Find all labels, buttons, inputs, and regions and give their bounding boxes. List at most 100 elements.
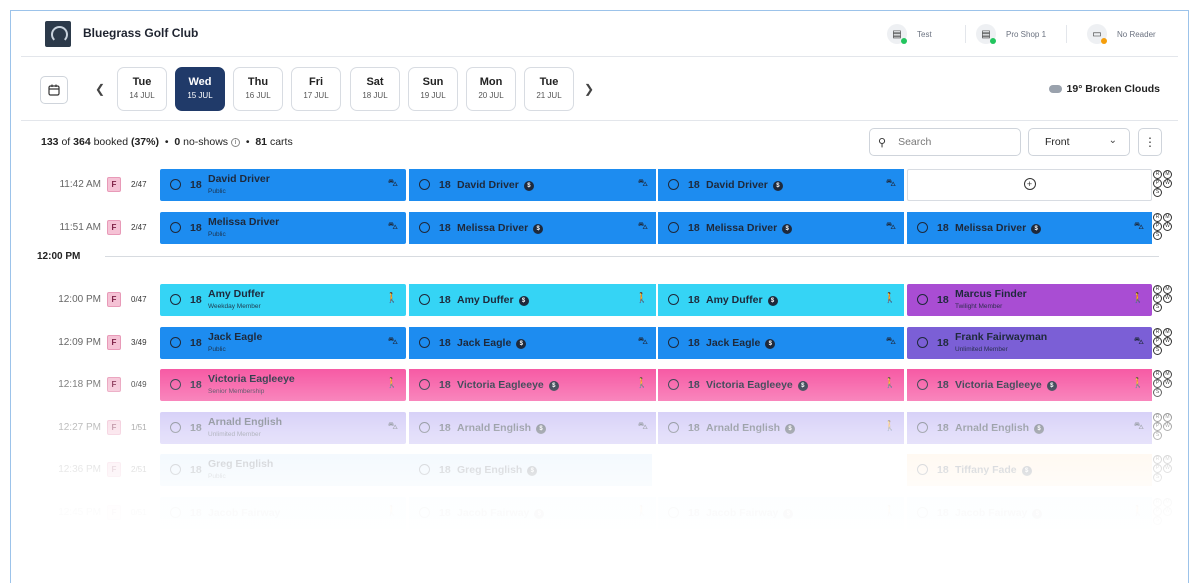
membership-type: Weekday Member (208, 303, 261, 310)
cart-icon: ⛍ (885, 335, 896, 347)
select-radio[interactable] (917, 421, 928, 433)
more-options-button[interactable]: ⋮ (1138, 128, 1162, 156)
select-radio[interactable] (170, 464, 181, 475)
player-slot[interactable]: 18 Melissa Driver Public ⛍ (160, 211, 406, 244)
player-slot[interactable]: 18 Jacob Fairway $ 🚶 (907, 496, 1152, 529)
status-circle-icon: S (1153, 388, 1162, 397)
select-radio[interactable] (419, 506, 430, 518)
day-tab[interactable]: Tue 14 JUL (117, 67, 167, 111)
select-radio[interactable] (419, 294, 430, 305)
next-week-chevron-right-icon[interactable]: ❯ (584, 82, 594, 96)
player-slot[interactable]: 18 Greg English $ (409, 454, 652, 486)
select-radio[interactable] (419, 179, 430, 190)
player-name-text: Jacob Fairway (208, 506, 281, 519)
day-tab[interactable]: Sat 18 JUL (350, 67, 400, 111)
search-input[interactable]: ⚲ Search (869, 128, 1021, 156)
select-radio[interactable] (419, 221, 430, 233)
select-radio[interactable] (170, 221, 181, 233)
player-slot[interactable]: 18 Melissa Driver $ ⛍ (907, 211, 1152, 244)
day-tab[interactable]: Sun 19 JUL (408, 67, 458, 111)
player-status-icon: $ (518, 296, 529, 306)
day-tab[interactable]: Thu 16 JUL (233, 67, 283, 111)
player-slot[interactable]: 18 Jacob Fairway 🚶 (160, 496, 406, 529)
player-slot[interactable]: 18 Jacob Fairway $ 🚶 (658, 496, 904, 529)
holes-count: 18 (688, 379, 700, 391)
player-slot[interactable]: 18 Jack Eagle Public ⛍ (160, 326, 406, 359)
cloud-icon (1048, 85, 1062, 93)
player-slot[interactable]: 18 Arnald English $ ⛍ (907, 411, 1152, 444)
player-status-icon: $ (767, 296, 778, 306)
player-slot[interactable]: 18 Victoria Eagleeye $ 🚶 (409, 369, 656, 401)
add-player-plus-icon[interactable]: + (1023, 178, 1036, 190)
player-slot[interactable]: 18 Melissa Driver $ ⛍ (658, 211, 904, 244)
day-date: 16 JUL (245, 91, 271, 100)
select-radio[interactable] (170, 379, 181, 390)
select-radio[interactable] (170, 336, 181, 348)
select-radio[interactable] (419, 464, 430, 475)
player-slot[interactable]: 18 Jack Eagle $ ⛍ (658, 326, 904, 359)
day-tab[interactable]: Fri 17 JUL (291, 67, 341, 111)
select-radio[interactable] (668, 294, 679, 305)
player-slot[interactable]: 18 Melissa Driver $ ⛍ (409, 211, 656, 244)
player-slot[interactable]: 18 Victoria Eagleeye $ 🚶 (907, 369, 1152, 401)
device-pro-shop[interactable]: ▤ Pro Shop 1 (976, 22, 1046, 46)
select-radio[interactable] (917, 336, 928, 348)
day-tab[interactable]: Wed 15 JUL (175, 67, 225, 111)
front-nine-badge: F (107, 462, 121, 477)
player-slot[interactable]: 18 Victoria Eagleeye $ 🚶 (658, 369, 904, 401)
select-radio[interactable] (170, 421, 181, 433)
course-select[interactable]: Front ⌄ (1028, 128, 1130, 156)
tee-time: 11:51 AM (59, 221, 101, 233)
select-radio[interactable] (170, 506, 181, 518)
player-status-icon: $ (516, 338, 527, 349)
day-tab[interactable]: Tue 21 JUL (524, 67, 574, 111)
player-slot[interactable]: 18 Marcus Finder Twilight Member 🚶 (907, 284, 1152, 316)
holes-count: 18 (688, 506, 700, 519)
select-radio[interactable] (419, 421, 430, 433)
player-slot[interactable]: 18 Jacob Fairway $ 🚶 (409, 496, 656, 529)
select-radio[interactable] (668, 221, 679, 233)
player-slot[interactable]: 18 Arnald English $ 🚶 (658, 411, 904, 444)
prev-week-chevron-left-icon[interactable]: ❮ (95, 82, 105, 96)
empty-slot[interactable]: + (907, 169, 1152, 201)
player-name: Amy Duffer $ (706, 294, 778, 306)
player-slot[interactable]: 18 Jack Eagle $ ⛍ (409, 326, 656, 359)
player-slot[interactable]: 18 Victoria Eagleeye Senior Membership 🚶 (160, 369, 406, 401)
player-slot[interactable]: 18 Amy Duffer $ 🚶 (409, 284, 656, 316)
player-slot[interactable]: 18 Frank Fairwayman Unlimited Member ⛍ (907, 326, 1152, 359)
select-radio[interactable] (170, 179, 181, 190)
player-name-text: Arnald English (706, 421, 781, 434)
calendar-button[interactable] (40, 76, 68, 104)
player-slot[interactable]: 18 Arnald English Unlimited Member ⛍ (160, 411, 406, 444)
player-status-icon: $ (527, 466, 538, 476)
player-slot[interactable]: 18 Amy Duffer $ 🚶 (658, 284, 904, 316)
select-radio[interactable] (668, 379, 679, 390)
device-card-reader[interactable]: ▭ No Reader (1087, 22, 1156, 46)
day-date: 19 JUL (420, 91, 446, 100)
select-radio[interactable] (917, 379, 928, 390)
select-radio[interactable] (917, 506, 928, 518)
select-radio[interactable] (668, 336, 679, 348)
day-tab[interactable]: Mon 20 JUL (466, 67, 516, 111)
status-circle-icon: M (1163, 412, 1172, 422)
holes-count: 18 (688, 179, 700, 191)
device-test[interactable]: ▤ Test (887, 22, 932, 46)
player-slot[interactable]: 18 David Driver $ ⛍ (658, 169, 904, 201)
select-radio[interactable] (419, 336, 430, 348)
select-radio[interactable] (668, 421, 679, 433)
player-slot[interactable]: 18 Arnald English $ ⛍ (409, 411, 656, 444)
select-radio[interactable] (917, 221, 928, 233)
player-slot[interactable]: 18 Amy Duffer Weekday Member 🚶 (160, 284, 406, 316)
info-icon[interactable]: i (230, 138, 240, 147)
select-radio[interactable] (917, 294, 928, 305)
carts-count: 81 (255, 136, 268, 148)
select-radio[interactable] (170, 294, 181, 305)
player-slot[interactable]: 18 Tiffany Fade $ (907, 454, 1152, 486)
player-slot[interactable]: 18 David Driver $ ⛍ (409, 169, 656, 201)
player-slot[interactable]: 18 David Driver Public ⛍ (160, 169, 406, 201)
player-status-icon: $ (523, 181, 534, 191)
select-radio[interactable] (419, 379, 430, 390)
select-radio[interactable] (917, 464, 928, 475)
select-radio[interactable] (668, 506, 679, 518)
select-radio[interactable] (668, 179, 679, 190)
